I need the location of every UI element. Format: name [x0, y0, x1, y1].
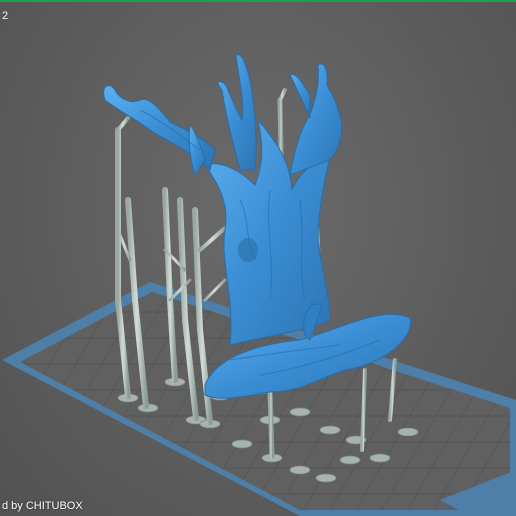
scene-canvas[interactable]: [0, 0, 516, 516]
3d-viewport[interactable]: 2 d by CHITUBOX: [0, 0, 516, 516]
watermark-text: d by CHITUBOX: [2, 500, 83, 512]
